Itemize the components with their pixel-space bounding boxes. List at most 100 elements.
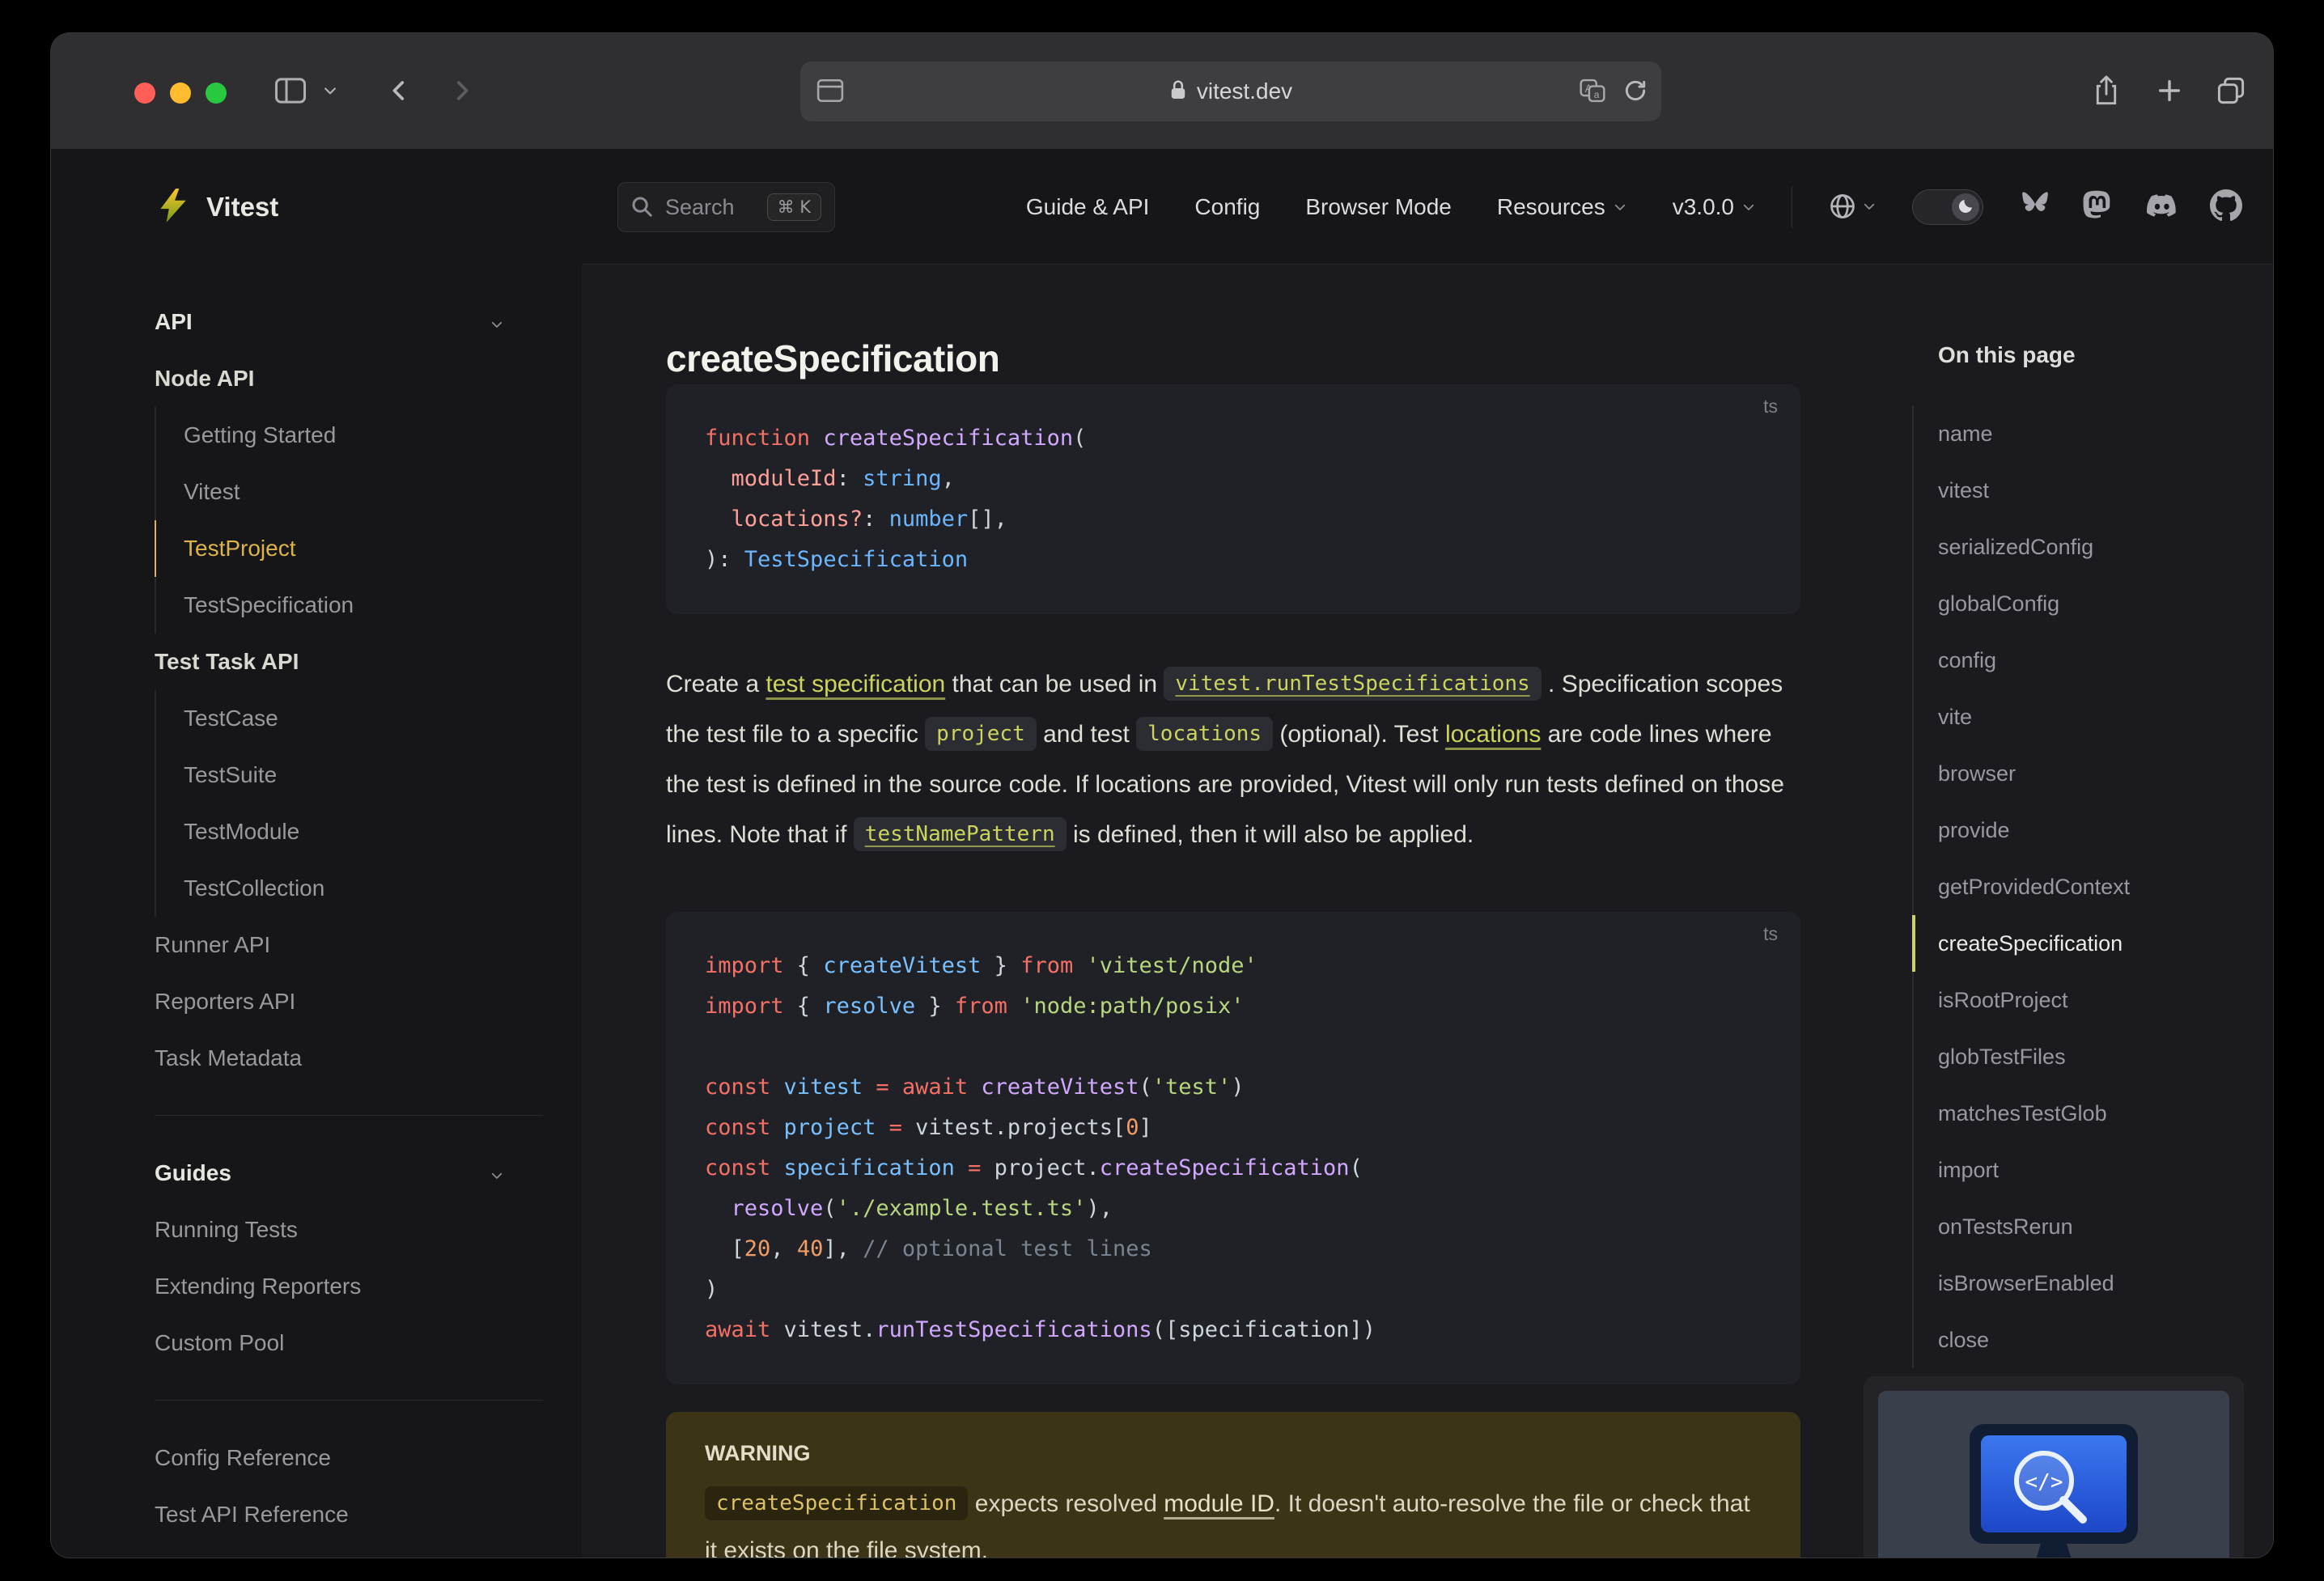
- reload-button[interactable]: [1622, 78, 1648, 106]
- sidebar-item-test-api-reference[interactable]: Test API Reference: [155, 1486, 549, 1543]
- sidebar-item-runner-api[interactable]: Runner API: [155, 917, 549, 973]
- sidebar-item-testcollection[interactable]: TestCollection: [155, 860, 549, 917]
- bluesky-icon: [2019, 190, 2051, 225]
- toc-item-close[interactable]: close: [1912, 1312, 2260, 1368]
- mastodon-icon: [2082, 189, 2113, 226]
- address-bar[interactable]: vitest.dev Aa: [800, 61, 1661, 121]
- sidebar-item-running-tests[interactable]: Running Tests: [155, 1202, 549, 1258]
- code-line: ): [705, 1277, 719, 1302]
- toc-item-globtestfiles[interactable]: globTestFiles: [1912, 1028, 2260, 1085]
- nav-item-label: Guide & API: [1025, 194, 1150, 219]
- sidebar-item-test-task-api[interactable]: Test Task API: [155, 634, 549, 690]
- nav-item-resources[interactable]: Resources: [1497, 194, 1627, 220]
- sidebar-item-task-metadata[interactable]: Task Metadata: [155, 1030, 549, 1087]
- toc-item-createspecification[interactable]: createSpecification: [1912, 915, 2260, 972]
- sidebar-toggle-icon: [274, 77, 307, 107]
- tabs-overview-icon: [2216, 75, 2246, 108]
- toc-item-config[interactable]: config: [1912, 632, 2260, 689]
- sidebar-item-custom-pool[interactable]: Custom Pool: [155, 1315, 549, 1371]
- sidebar-item-testsuite[interactable]: TestSuite: [155, 747, 549, 803]
- toc-item-serializedconfig[interactable]: serializedConfig: [1912, 519, 2260, 575]
- doc-content: createSpecification ts function createSp…: [582, 265, 2273, 1558]
- svg-text:a: a: [1594, 88, 1600, 100]
- toc-item-ontestsrerun[interactable]: onTestsRerun: [1912, 1198, 2260, 1255]
- theme-toggle-knob: [1952, 193, 1979, 221]
- sidebar-item-guides[interactable]: Guides: [155, 1145, 549, 1202]
- sidebar-item-reporters-api[interactable]: Reporters API: [155, 973, 549, 1030]
- sponsor-ad-card[interactable]: </>: [1864, 1376, 2244, 1558]
- vitest-lightning-icon: [155, 187, 192, 228]
- translate-button[interactable]: Aa: [1579, 78, 1606, 105]
- code-language-label: ts: [1763, 923, 1778, 944]
- discord-link[interactable]: [2144, 191, 2179, 224]
- sidebar-item-vitest[interactable]: Vitest: [155, 464, 549, 520]
- nav-item-config[interactable]: Config: [1194, 194, 1260, 220]
- sidebar-item-testmodule[interactable]: TestModule: [155, 803, 549, 860]
- minimize-window-button[interactable]: [170, 83, 191, 104]
- sidebar-item-node-api[interactable]: Node API: [155, 350, 549, 407]
- chevron-down-icon: [1741, 194, 1756, 220]
- sidebar-item-label: Test API Reference: [155, 1502, 349, 1527]
- toc-item-globalconfig[interactable]: globalConfig: [1912, 575, 2260, 632]
- ad-image-panel: </>: [1878, 1391, 2229, 1558]
- bluesky-link[interactable]: [2019, 190, 2051, 225]
- sidebar-item-getting-started[interactable]: Getting Started: [155, 407, 549, 464]
- paragraph-link-test-specification[interactable]: test specification: [765, 671, 945, 697]
- code-line: moduleId: string,: [731, 466, 955, 491]
- toc-item-import[interactable]: import: [1912, 1142, 2260, 1198]
- paragraph-text: that can be used in: [945, 671, 1164, 697]
- close-window-button[interactable]: [134, 83, 155, 104]
- theme-toggle[interactable]: [1912, 189, 1983, 225]
- nav-item-v3-0-0[interactable]: v3.0.0: [1673, 194, 1756, 220]
- sidebar-item-extending-reporters[interactable]: Extending Reporters: [155, 1258, 549, 1315]
- paragraph-code-link-testnamepattern[interactable]: testNamePattern: [853, 817, 1067, 851]
- github-link[interactable]: [2210, 189, 2242, 226]
- toc-item-isbrowserenabled[interactable]: isBrowserEnabled: [1912, 1255, 2260, 1312]
- back-button[interactable]: [381, 33, 417, 150]
- nav-item-label: Resources: [1496, 194, 1605, 219]
- nav-item-guide-api[interactable]: Guide & API: [1026, 194, 1150, 220]
- sidebar-item-testcase[interactable]: TestCase: [155, 690, 549, 747]
- sidebar-item-api[interactable]: API: [155, 294, 549, 350]
- toc-item-name[interactable]: name: [1912, 405, 2260, 462]
- paragraph-link-locations[interactable]: locations: [1445, 721, 1541, 748]
- tabs-overview-button[interactable]: [2210, 33, 2252, 150]
- sidebar-item-label: Reporters API: [155, 989, 296, 1014]
- code-line: await vitest.runTestSpecifications([spec…: [705, 1317, 1376, 1342]
- sidebar-item-testspecification[interactable]: TestSpecification: [155, 577, 549, 634]
- sidebar-toggle-button[interactable]: [271, 33, 310, 150]
- forward-button[interactable]: [444, 33, 480, 150]
- doc-paragraph: Create a test specification that can be …: [666, 659, 1805, 860]
- window-controls: [134, 83, 227, 104]
- nav-item-label: Config: [1194, 194, 1261, 219]
- toc-item-browser[interactable]: browser: [1912, 745, 2260, 802]
- zoom-window-button[interactable]: [206, 83, 227, 104]
- warning-link-module-id[interactable]: module ID: [1164, 1490, 1274, 1517]
- toc-item-matchestestglob[interactable]: matchesTestGlob: [1912, 1085, 2260, 1142]
- site-logo[interactable]: Vitest: [155, 150, 278, 265]
- code-block-signature: ts function createSpecification( moduleI…: [666, 384, 1800, 614]
- toc-item-vitest[interactable]: vitest: [1912, 462, 2260, 519]
- code-body: function createSpecification( moduleId: …: [705, 418, 1762, 580]
- sidebar-item-config-reference[interactable]: Config Reference: [155, 1430, 549, 1486]
- sidebar-item-label: Task Metadata: [155, 1045, 303, 1070]
- paragraph-text: Create a: [666, 671, 766, 697]
- nav-item-browser-mode[interactable]: Browser Mode: [1305, 194, 1452, 220]
- sidebar-menu-button[interactable]: [318, 33, 342, 150]
- toc-item-isrootproject[interactable]: isRootProject: [1912, 972, 2260, 1028]
- moon-icon: [1957, 197, 1974, 218]
- search-button[interactable]: Search ⌘ K: [617, 182, 836, 232]
- sidebar-item-label: Guides: [155, 1160, 231, 1185]
- toc-item-getprovidedcontext[interactable]: getProvidedContext: [1912, 858, 2260, 915]
- mastodon-link[interactable]: [2082, 189, 2113, 226]
- toc-item-vite[interactable]: vite: [1912, 689, 2260, 745]
- share-button[interactable]: [2087, 33, 2126, 150]
- paragraph-code-link-vitest-runtestspecifications[interactable]: vitest.runTestSpecifications: [1164, 667, 1542, 701]
- new-tab-button[interactable]: [2150, 33, 2189, 150]
- code-line: import { createVitest } from 'vitest/nod…: [705, 953, 1257, 978]
- language-button[interactable]: [1828, 192, 1877, 223]
- toc-item-provide[interactable]: provide: [1912, 802, 2260, 858]
- sidebar-item-testproject[interactable]: TestProject: [155, 520, 549, 577]
- warning-inline-code-createspecification: createSpecification: [705, 1486, 969, 1520]
